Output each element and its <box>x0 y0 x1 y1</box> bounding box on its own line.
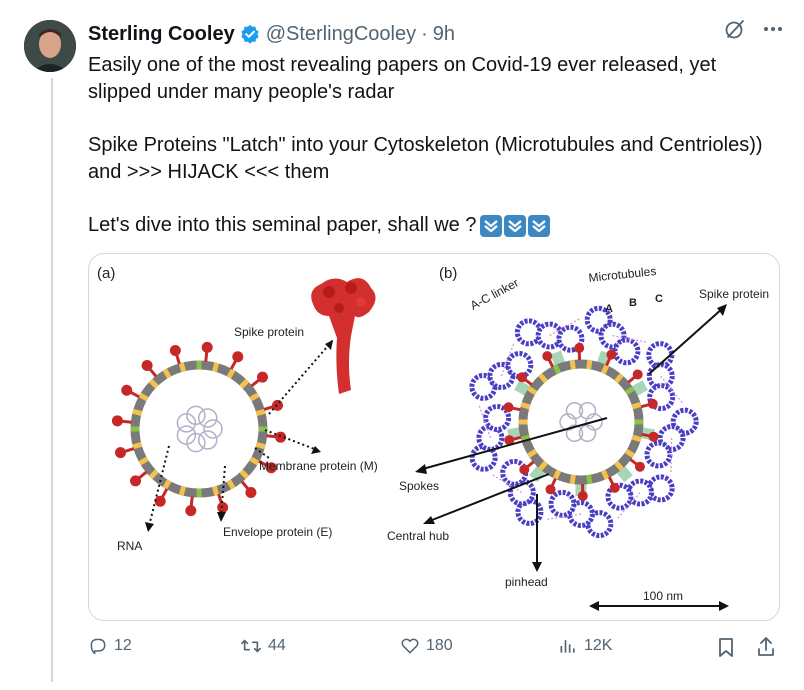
label-b-microtubules: Microtubules <box>588 264 657 285</box>
label-a-spike: Spike protein <box>234 325 304 339</box>
like-count: 180 <box>426 637 453 654</box>
analytics-icon <box>560 640 575 653</box>
spike-head <box>169 344 181 356</box>
spike-head <box>111 415 123 427</box>
microtubule <box>505 351 534 380</box>
spike-head <box>577 490 588 501</box>
spike-protein-structure <box>311 278 376 394</box>
share-button[interactable] <box>756 636 776 658</box>
tweet-paragraph-3: Let's dive into this seminal paper, shal… <box>88 212 778 239</box>
label-b-central-hub: Central hub <box>387 529 449 543</box>
spike-head <box>185 505 197 517</box>
spike-head <box>141 360 153 372</box>
spike-head <box>114 447 126 459</box>
top-right-icons <box>724 18 784 45</box>
emoji-group <box>480 215 551 237</box>
repost-count: 44 <box>268 637 286 654</box>
repost-button[interactable]: 44 <box>240 636 286 656</box>
rna-coil <box>197 430 218 450</box>
label-a-membrane: Membrane protein (M) <box>259 459 378 473</box>
spike-head <box>542 351 553 362</box>
label-b-spike: Spike protein <box>699 287 769 301</box>
centriole-structure <box>469 305 699 539</box>
tweet-paragraph-1: Easily one of the most revealing papers … <box>88 54 717 103</box>
label-b-ac-linker: A-C linker <box>468 276 521 313</box>
envelope-protein <box>634 419 644 425</box>
spike-head <box>256 371 268 383</box>
label-a-rna: RNA <box>117 539 142 553</box>
attached-figure[interactable]: (a) Spike protein Membrane protein (M) E… <box>88 253 780 621</box>
spike-head <box>574 343 585 354</box>
spike-head <box>517 372 528 383</box>
spike-head <box>232 351 244 363</box>
microtubule <box>644 440 673 469</box>
spike-head <box>647 398 658 409</box>
views-button[interactable]: 12K <box>558 636 612 656</box>
envelope-protein <box>196 488 202 498</box>
label-b-b: B <box>629 297 637 309</box>
viral-membrane <box>518 359 644 485</box>
spike-head <box>201 341 213 353</box>
label-b-pinhead: pinhead <box>505 575 548 589</box>
view-count: 12K <box>584 637 613 654</box>
spike-head <box>130 475 142 487</box>
microtubule <box>548 489 577 518</box>
microtubule <box>612 337 641 366</box>
verified-badge-icon <box>240 24 260 44</box>
more-dots-icon[interactable] <box>762 18 784 45</box>
author-handle[interactable]: @SterlingCooley <box>266 23 416 46</box>
avatar-image <box>24 20 76 72</box>
action-bar: 12 44 180 12K <box>88 636 778 664</box>
panel-a-label: (a) <box>97 265 115 282</box>
down-arrow-emoji-icon <box>504 215 527 237</box>
share-icon <box>758 637 774 656</box>
spike-head <box>632 369 643 380</box>
label-a-envelope: Envelope protein (E) <box>223 525 332 539</box>
label-b-c: C <box>655 293 663 305</box>
repost-icon <box>241 639 261 653</box>
spike-head <box>545 484 556 495</box>
tweet-paragraph-2: Spike Proteins "Latch" into your Cytoske… <box>88 134 763 183</box>
spike-head <box>609 482 620 493</box>
tweet-time[interactable]: 9h <box>433 23 455 46</box>
label-b-spokes: Spokes <box>399 479 439 493</box>
panel-b-label: (b) <box>439 265 457 282</box>
bookmark-button[interactable] <box>716 636 736 658</box>
figure-diagram: (a) Spike protein Membrane protein (M) E… <box>97 264 769 611</box>
spike-head <box>519 464 530 475</box>
envelope-protein <box>196 360 202 370</box>
author-name[interactable]: Sterling Cooley <box>88 23 235 46</box>
separator-dot: · <box>421 22 428 45</box>
tweet-header: Sterling Cooley @SterlingCooley · 9h <box>88 20 455 48</box>
like-button[interactable]: 180 <box>400 636 453 656</box>
grok-slash-icon[interactable] <box>724 18 746 45</box>
label-b-a: A <box>605 303 613 315</box>
spike-head <box>634 461 645 472</box>
bookmark-icon <box>719 638 733 657</box>
rna-coil <box>197 408 218 428</box>
down-arrow-emoji-icon <box>528 215 551 237</box>
reply-button[interactable]: 12 <box>88 636 132 656</box>
envelope-protein <box>518 419 528 425</box>
tweet-text: Easily one of the most revealing papers … <box>88 52 778 239</box>
reply-icon <box>90 638 106 655</box>
reply-count: 12 <box>114 637 132 654</box>
spike-head <box>121 384 133 396</box>
spike-head <box>606 349 617 360</box>
spike-head <box>503 402 514 413</box>
down-arrow-emoji-icon <box>480 215 503 237</box>
envelope-protein <box>130 426 140 432</box>
heart-icon <box>401 638 419 654</box>
rna-coil <box>203 419 223 439</box>
thread-line <box>51 78 53 682</box>
label-b-scale: 100 nm <box>643 589 683 603</box>
tweet-paragraph-3-text: Let's dive into this seminal paper, shal… <box>88 214 477 236</box>
spike-head <box>154 495 166 507</box>
spike-head <box>648 431 659 442</box>
virus-particle <box>111 341 287 517</box>
spike-head <box>245 486 257 498</box>
avatar[interactable] <box>24 20 76 72</box>
